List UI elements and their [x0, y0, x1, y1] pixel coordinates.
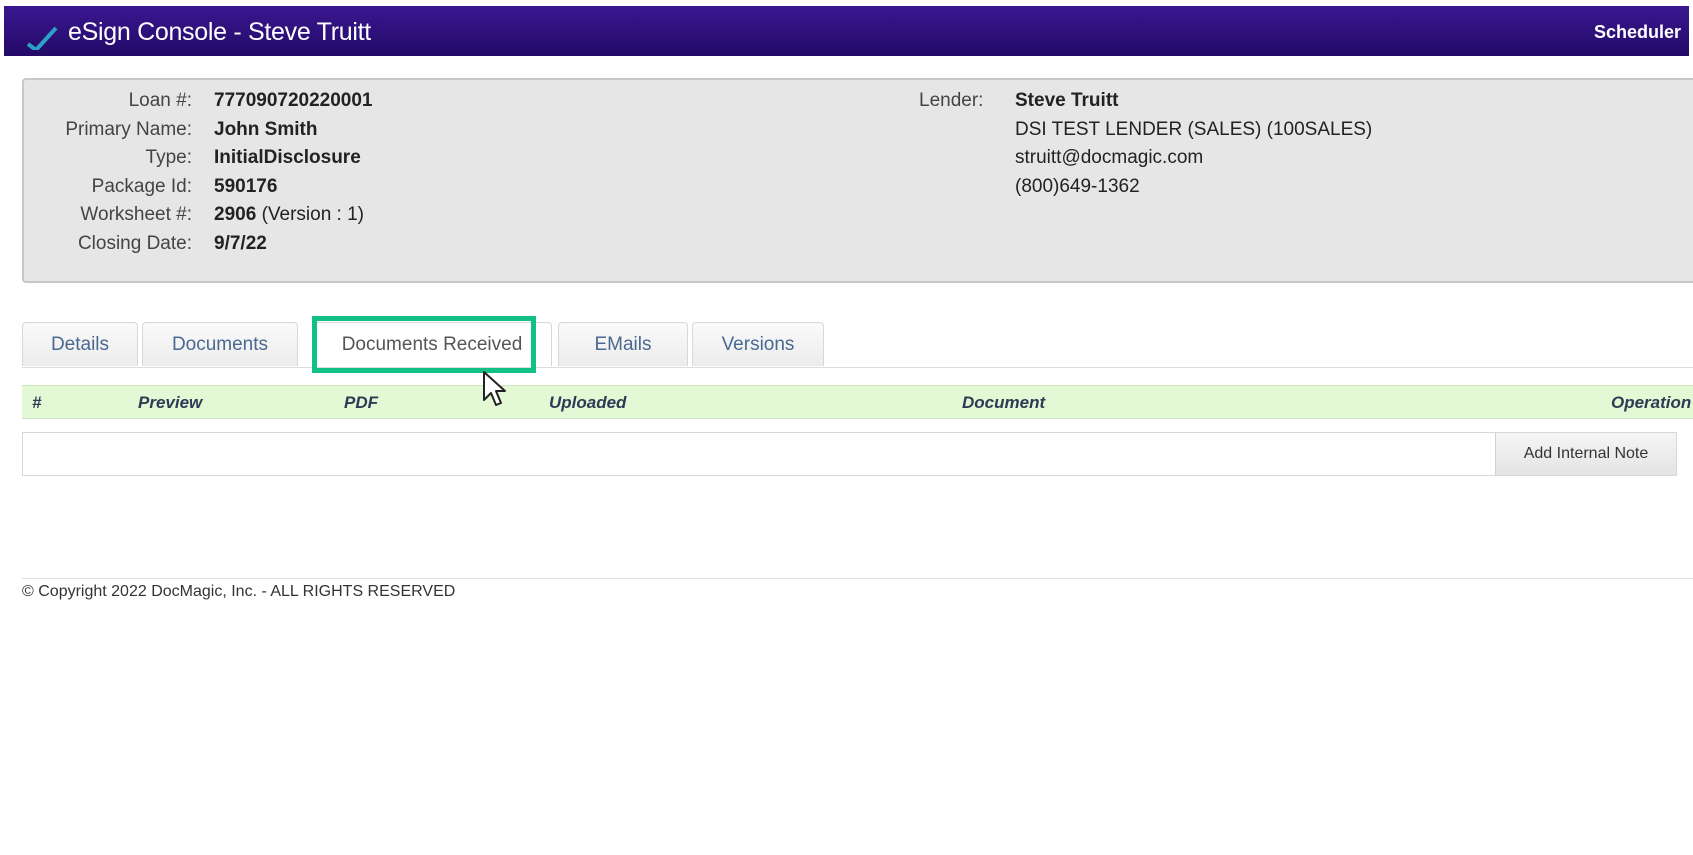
column-header-uploaded[interactable]: Uploaded	[549, 393, 626, 413]
scheduler-link[interactable]: Scheduler	[1594, 22, 1681, 43]
column-header-document[interactable]: Document	[962, 393, 1045, 413]
page-title: eSign Console - Steve Truitt	[68, 18, 371, 46]
lender-label: Lender:	[919, 90, 984, 111]
checkmark-logo-icon	[26, 26, 58, 50]
footer-divider	[22, 578, 1693, 579]
column-header-operation[interactable]: Operation	[1611, 393, 1691, 413]
worksheet-row: Worksheet #: 2906 (Version : 1)	[24, 202, 924, 228]
mouse-pointer-icon	[483, 371, 506, 406]
copyright-text: © Copyright 2022 DocMagic, Inc. - ALL RI…	[22, 583, 456, 600]
tab-divider	[22, 367, 1693, 368]
tab-documents-received[interactable]: Documents Received	[312, 322, 552, 366]
lender-company-row: DSI TEST LENDER (SALES) (100SALES)	[24, 117, 1624, 143]
worksheet-value: 2906 (Version : 1)	[214, 202, 364, 228]
documents-table-header: # Preview PDF Uploaded Document Operatio…	[22, 385, 1693, 419]
lender-row: Lender: Steve Truitt	[24, 88, 1624, 114]
column-header-preview[interactable]: Preview	[138, 393, 202, 413]
worksheet-label: Worksheet #:	[80, 204, 192, 225]
lender-email: struitt@docmagic.com	[1015, 147, 1204, 168]
tab-versions[interactable]: Versions	[692, 322, 824, 366]
closing-date-value: 9/7/22	[214, 233, 267, 254]
closing-date-row: Closing Date: 9/7/22	[24, 231, 924, 257]
lender-name: Steve Truitt	[1015, 90, 1119, 111]
title-bar: eSign Console - Steve Truitt Scheduler	[4, 6, 1689, 56]
tab-documents[interactable]: Documents	[142, 322, 298, 366]
add-internal-note-button[interactable]: Add Internal Note	[1495, 433, 1676, 475]
tab-details[interactable]: Details	[22, 322, 138, 366]
worksheet-number: 2906	[214, 204, 257, 225]
lender-phone-row: (800)649-1362	[24, 174, 1624, 200]
closing-date-label: Closing Date:	[77, 233, 192, 254]
worksheet-version: (Version : 1)	[261, 204, 364, 225]
column-header-number[interactable]: #	[32, 393, 41, 413]
tab-emails[interactable]: EMails	[558, 322, 688, 366]
lender-phone: (800)649-1362	[1015, 176, 1140, 197]
lender-email-row: struitt@docmagic.com	[24, 145, 1624, 171]
lender-company: DSI TEST LENDER (SALES) (100SALES)	[1015, 119, 1373, 140]
loan-info-panel: Loan #: 777090720220001 Primary Name: Jo…	[22, 78, 1693, 283]
column-header-pdf[interactable]: PDF	[344, 393, 378, 413]
internal-note-row: Add Internal Note	[22, 432, 1677, 476]
